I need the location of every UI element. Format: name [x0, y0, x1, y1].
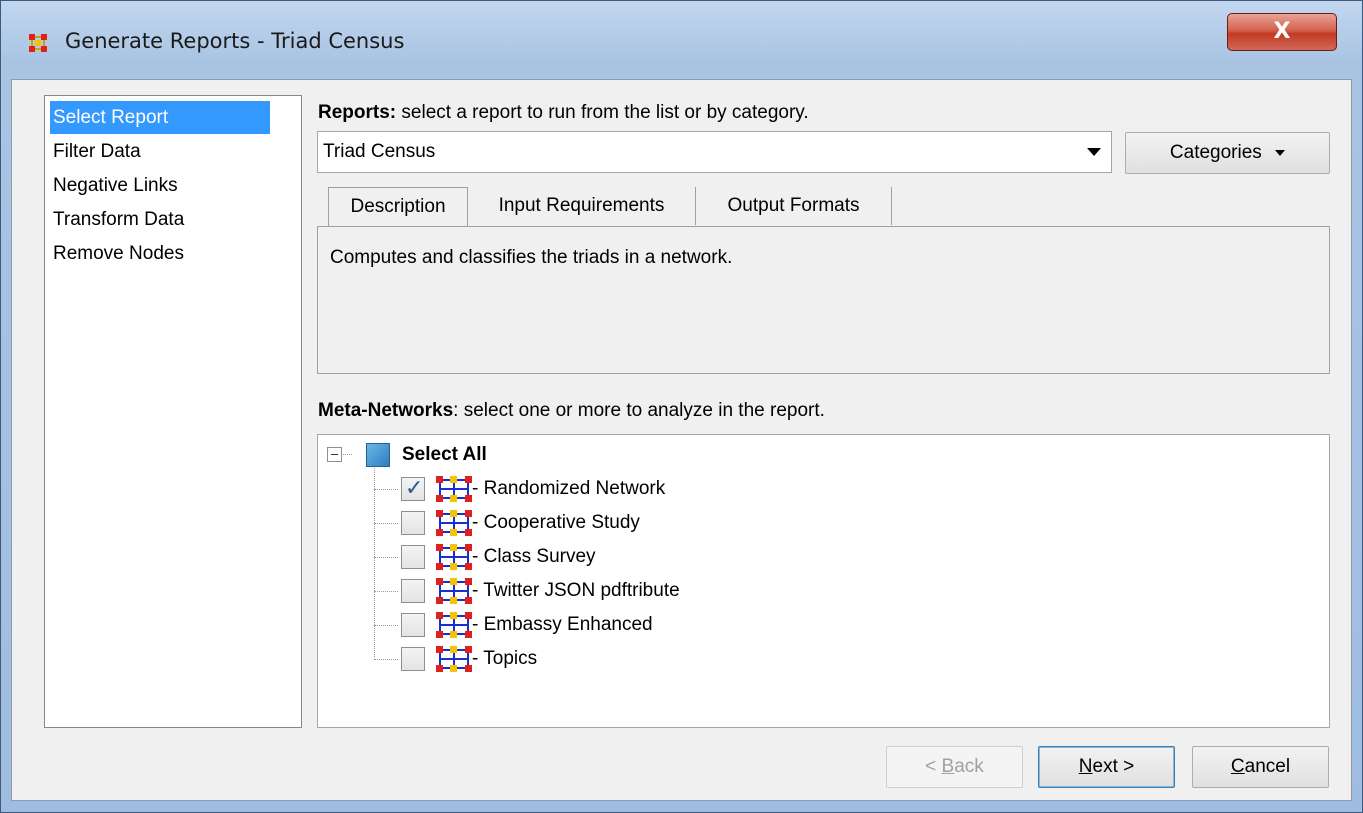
- tree-connector: [374, 625, 398, 626]
- step-item-select-report[interactable]: Select Report: [50, 101, 270, 134]
- network-checkbox[interactable]: [401, 545, 425, 569]
- select-all-label: Select All: [402, 444, 487, 465]
- app-icon: [29, 34, 47, 52]
- meta-network-tree: Select All ✓ - Randomized Network - Coop…: [317, 434, 1330, 728]
- window-title: Generate Reports - Triad Census: [65, 29, 405, 53]
- back-button-label: ack: [954, 756, 984, 777]
- reports-heading-text: select a report to run from the list or …: [396, 102, 809, 123]
- tree-item-cooperative-study[interactable]: - Cooperative Study: [374, 509, 854, 543]
- network-checkbox[interactable]: [401, 647, 425, 671]
- dialog-window: Generate Reports - Triad Census X Select…: [0, 0, 1363, 813]
- tab-description[interactable]: Description: [328, 187, 468, 227]
- meta-network-icon: [436, 646, 472, 672]
- back-button-prefix: <: [925, 756, 942, 777]
- step-list: Select Report Filter Data Negative Links…: [44, 95, 302, 728]
- meta-network-icon: [436, 476, 472, 502]
- reports-heading-bold: Reports:: [318, 102, 397, 123]
- tree-connector: [374, 591, 398, 592]
- meta-network-icon: [436, 510, 472, 536]
- tab-input-requirements[interactable]: Input Requirements: [468, 187, 696, 225]
- description-text: Computes and classifies the triads in a …: [330, 247, 733, 268]
- categories-button[interactable]: Categories: [1125, 132, 1330, 174]
- dropdown-arrow-icon: [1087, 148, 1101, 156]
- cancel-button-mnemonic: C: [1230, 756, 1245, 777]
- tree-connector: [374, 523, 398, 524]
- select-all-row[interactable]: Select All: [366, 441, 666, 475]
- caret-down-icon: [1275, 149, 1286, 156]
- description-panel: Computes and classifies the triads in a …: [317, 226, 1330, 374]
- checkmark-icon: ✓: [405, 476, 424, 501]
- back-button[interactable]: < Back: [886, 746, 1023, 788]
- close-button[interactable]: X: [1227, 13, 1337, 51]
- tree-connector: [374, 557, 398, 558]
- cancel-button-label: ancel: [1244, 756, 1291, 777]
- collapse-toggle-icon[interactable]: [327, 447, 342, 462]
- select-all-checkbox[interactable]: [366, 443, 390, 467]
- next-button-mnemonic: N: [1078, 756, 1093, 777]
- dialog-content: Select Report Filter Data Negative Links…: [11, 79, 1352, 801]
- network-label: - Class Survey: [472, 546, 596, 567]
- tree-connector: [374, 489, 398, 490]
- meta-networks-heading: Meta-Networks: select one or more to ana…: [318, 400, 825, 422]
- next-button[interactable]: Next >: [1038, 746, 1175, 788]
- network-label: - Twitter JSON pdftribute: [472, 580, 680, 601]
- report-select[interactable]: Triad Census: [317, 131, 1112, 173]
- cancel-button[interactable]: Cancel: [1192, 746, 1329, 788]
- tree-connector: [374, 659, 398, 660]
- network-label: - Cooperative Study: [472, 512, 640, 533]
- back-button-mnemonic: B: [941, 756, 955, 777]
- network-label: - Embassy Enhanced: [472, 614, 653, 635]
- next-button-label: ext >: [1092, 756, 1135, 777]
- title-bar[interactable]: Generate Reports - Triad Census X: [1, 1, 1362, 79]
- step-item-filter-data[interactable]: Filter Data: [50, 135, 270, 168]
- tree-item-twitter-json-pdftribute[interactable]: - Twitter JSON pdftribute: [374, 577, 854, 611]
- meta-network-icon: [436, 612, 472, 638]
- tree-item-embassy-enhanced[interactable]: - Embassy Enhanced: [374, 611, 854, 645]
- network-checkbox[interactable]: [401, 579, 425, 603]
- meta-network-icon: [436, 544, 472, 570]
- network-label: - Randomized Network: [472, 478, 666, 499]
- meta-networks-heading-bold: Meta-Networks: [318, 400, 454, 421]
- tab-output-formats[interactable]: Output Formats: [696, 187, 892, 225]
- network-checkbox[interactable]: [401, 613, 425, 637]
- network-checkbox[interactable]: [401, 511, 425, 535]
- report-select-value: Triad Census: [323, 141, 436, 162]
- step-item-transform-data[interactable]: Transform Data: [50, 203, 270, 236]
- network-label: - Topics: [472, 648, 538, 669]
- meta-network-icon: [436, 578, 472, 604]
- tree-item-randomized-network[interactable]: ✓ - Randomized Network: [374, 475, 854, 509]
- step-item-negative-links[interactable]: Negative Links: [50, 169, 270, 202]
- meta-networks-heading-text: : select one or more to analyze in the r…: [453, 400, 825, 421]
- tree-item-topics[interactable]: - Topics: [374, 645, 854, 679]
- step-item-remove-nodes[interactable]: Remove Nodes: [50, 237, 270, 270]
- close-icon: X: [1273, 19, 1291, 44]
- reports-heading: Reports: select a report to run from the…: [318, 102, 809, 124]
- tree-item-class-survey[interactable]: - Class Survey: [374, 543, 854, 577]
- network-checkbox[interactable]: ✓: [401, 476, 425, 501]
- categories-label: Categories: [1169, 142, 1262, 163]
